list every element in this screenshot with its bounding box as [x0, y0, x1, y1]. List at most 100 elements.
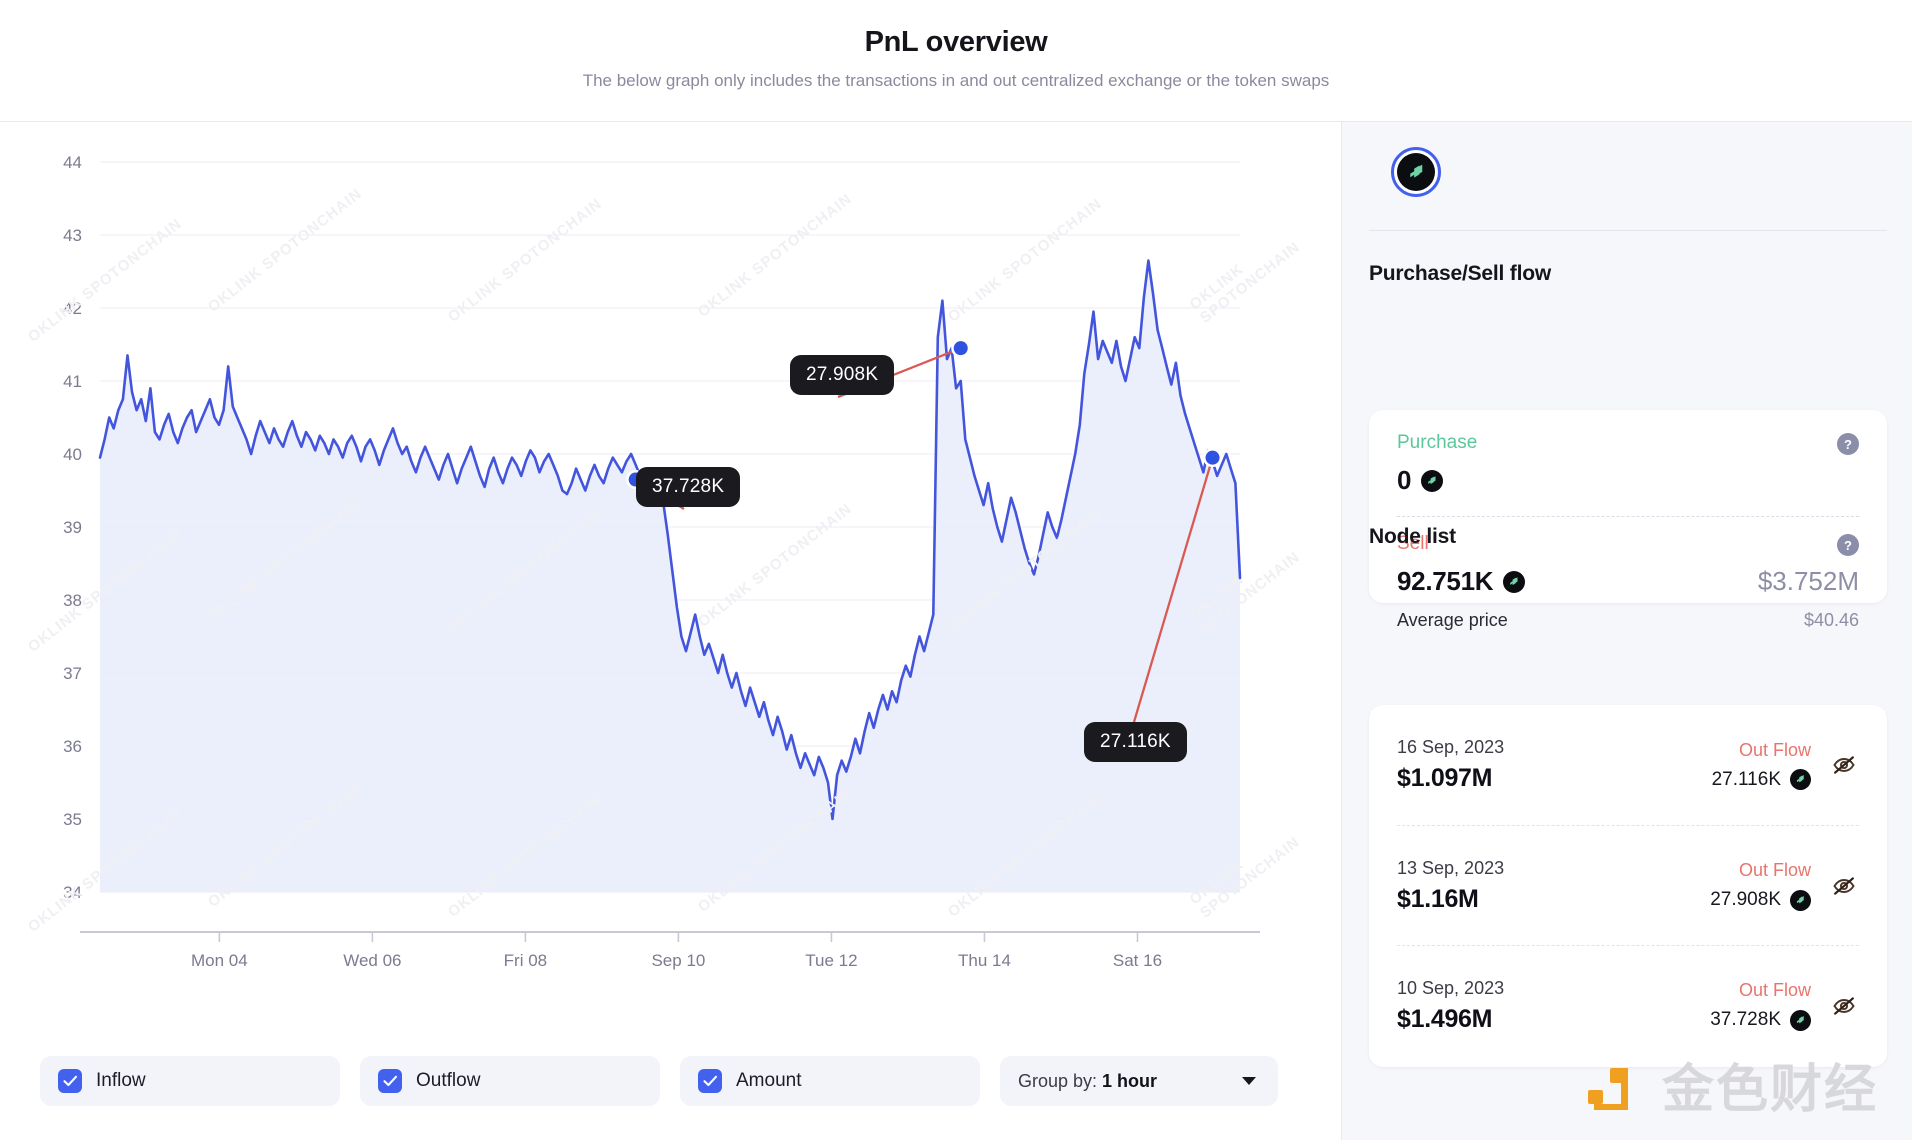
page-subtitle: The below graph only includes the transa…: [582, 71, 1330, 90]
details-sidebar: Purchase/Sell flow Purchase ? 0 Sell ? 9…: [1341, 122, 1912, 1140]
svg-text:37: 37: [63, 664, 82, 683]
node-amount-row: 37.728K: [1710, 1009, 1811, 1031]
chart-annotation-tooltip[interactable]: 27.116K: [1084, 722, 1187, 762]
group-by-prefix: Group by:: [1018, 1070, 1103, 1091]
node-date: 16 Sep, 2023: [1397, 737, 1505, 757]
chart-controls-bar: Inflow Outflow Amount Group by: 1 hour: [0, 1022, 1340, 1140]
svg-text:Thu 14: Thu 14: [958, 951, 1011, 970]
svg-text:Tue 12: Tue 12: [805, 951, 857, 970]
sell-usd-value: $3.752M: [1757, 566, 1859, 596]
token-logo[interactable]: [1391, 147, 1441, 197]
group-by-value: 1 hour: [1102, 1070, 1158, 1091]
help-icon[interactable]: ?: [1837, 433, 1859, 455]
chart-annotation-tooltip[interactable]: 37.728K: [636, 467, 741, 507]
average-price-row: Average price $40.46: [1397, 610, 1859, 631]
chart-annotation-tooltip[interactable]: 27.908K: [790, 355, 895, 395]
svg-text:44: 44: [63, 153, 82, 172]
help-icon[interactable]: ?: [1837, 534, 1859, 556]
sidebar-divider: [1369, 230, 1887, 231]
node-secondary: Out Flow 37.728K: [1710, 980, 1859, 1031]
chart-pane: OKLINK SPOTONCHAIN OKLINK SPOTONCHAIN OK…: [0, 122, 1340, 1140]
sell-value-row: 92.751K $3.752M: [1397, 566, 1859, 597]
node-date: 13 Sep, 2023: [1397, 857, 1505, 878]
inflow-checkbox-chip[interactable]: Inflow: [40, 1056, 340, 1106]
table-row[interactable]: 13 Sep, 2023 $1.16M Out Flow 27.908K: [1397, 825, 1859, 945]
purchase-sell-flow-card: Purchase ? 0 Sell ? 92.751K $3.752M Aver…: [1369, 410, 1887, 630]
eye-off-icon[interactable]: [1829, 750, 1859, 780]
check-icon[interactable]: [58, 1069, 82, 1093]
table-row[interactable]: 16 Sep, 2023 $1.097M Out Flow 27.116K: [1397, 705, 1859, 825]
svg-text:43: 43: [63, 226, 82, 245]
node-date: 10 Sep, 2023: [1397, 977, 1505, 998]
node-primary: 16 Sep, 2023 $1.097M: [1397, 737, 1504, 793]
card-separator: [1397, 516, 1859, 517]
inflow-label: Inflow: [96, 1070, 146, 1091]
svg-text:34: 34: [63, 883, 82, 902]
svg-text:36: 36: [63, 737, 82, 756]
compound-token-icon: [1397, 153, 1435, 191]
price-line-chart[interactable]: 34 35 36 37 38 39 40 41 42 43 44 Mon 04 Wed 06 Fri 08…: [0, 122, 1340, 1022]
node-amount: 27.908K: [1710, 889, 1781, 910]
node-amount: 37.728K: [1710, 1009, 1781, 1030]
check-icon[interactable]: [698, 1069, 722, 1093]
amount-checkbox-chip[interactable]: Amount: [680, 1056, 980, 1106]
svg-text:Mon 04: Mon 04: [191, 951, 248, 970]
svg-text:Wed 06: Wed 06: [343, 951, 401, 970]
sell-amount: 92.751K: [1397, 566, 1494, 596]
node-usd-value: $1.097M: [1397, 764, 1493, 792]
page-header: PnL overview The below graph only includ…: [0, 0, 1912, 122]
outflow-checkbox-chip[interactable]: Outflow: [360, 1056, 660, 1106]
average-price-label: Average price: [1397, 610, 1508, 630]
node-flow-column: Out Flow 27.908K: [1710, 860, 1811, 911]
group-by-label: Group by: 1 hour: [1018, 1071, 1157, 1092]
svg-text:Fri 08: Fri 08: [504, 951, 547, 970]
compound-token-icon: [1790, 769, 1811, 790]
node-primary: 13 Sep, 2023 $1.16M: [1397, 858, 1504, 914]
svg-text:41: 41: [63, 372, 82, 391]
compound-token-icon: [1503, 570, 1526, 593]
svg-text:39: 39: [63, 518, 82, 537]
node-flow-column: Out Flow 27.116K: [1712, 740, 1811, 791]
compound-token-icon: [1790, 889, 1811, 911]
chart-container[interactable]: OKLINK SPOTONCHAIN OKLINK SPOTONCHAIN OK…: [0, 122, 1340, 1022]
page-title: PnL overview: [864, 26, 1048, 58]
page-body: OKLINK SPOTONCHAIN OKLINK SPOTONCHAIN OK…: [0, 122, 1912, 1140]
outflow-label: Outflow: [416, 1070, 481, 1091]
svg-text:Sat 16: Sat 16: [1113, 951, 1162, 970]
node-flow-type: Out Flow: [1738, 860, 1811, 880]
node-usd-value: $1.496M: [1397, 1004, 1493, 1033]
chevron-down-icon[interactable]: [1242, 1077, 1256, 1085]
purchase-section: Purchase ? 0: [1397, 432, 1859, 496]
node-secondary: Out Flow 27.116K: [1712, 740, 1859, 791]
brand-name: 金色财经: [1661, 1061, 1878, 1119]
node-amount: 27.116K: [1711, 768, 1781, 790]
node-flow-type: Out Flow: [1738, 980, 1811, 1000]
eye-off-icon[interactable]: [1829, 991, 1859, 1021]
purchase-label: Purchase: [1397, 432, 1478, 453]
table-row[interactable]: 10 Sep, 2023 $1.496M Out Flow 37.728K: [1397, 945, 1859, 1065]
pnl-overview-page: PnL overview The below graph only includ…: [0, 0, 1912, 1140]
eye-off-icon[interactable]: [1829, 871, 1859, 901]
compound-token-icon: [1790, 1009, 1811, 1031]
node-flow-column: Out Flow 37.728K: [1710, 980, 1811, 1031]
purchase-sell-flow-heading: Purchase/Sell flow: [1369, 262, 1551, 285]
svg-text:Sep 10: Sep 10: [651, 951, 705, 970]
compound-token-icon: [1421, 469, 1444, 492]
sell-section: Sell ? 92.751K $3.752M Average price $40…: [1397, 533, 1859, 631]
group-by-dropdown[interactable]: Group by: 1 hour: [1000, 1056, 1278, 1106]
svg-text:42: 42: [63, 299, 82, 318]
node-amount-row: 27.908K: [1710, 889, 1811, 911]
check-icon[interactable]: [378, 1069, 402, 1093]
node-primary: 10 Sep, 2023 $1.496M: [1397, 978, 1504, 1034]
svg-text:38: 38: [63, 591, 82, 610]
node-list-heading: Node list: [1369, 525, 1456, 548]
token-logo-ring: [1391, 147, 1441, 197]
svg-text:35: 35: [63, 810, 82, 829]
node-list-card: 16 Sep, 2023 $1.097M Out Flow 27.116K 13…: [1369, 705, 1887, 1067]
brand-watermark: 金色财经: [1584, 1060, 1878, 1120]
average-price-value: $40.46: [1803, 610, 1859, 630]
svg-text:40: 40: [63, 445, 82, 464]
purchase-value-row: 0: [1397, 465, 1859, 496]
jinse-logo-icon: [1584, 1060, 1644, 1120]
node-amount-row: 27.116K: [1712, 769, 1811, 791]
